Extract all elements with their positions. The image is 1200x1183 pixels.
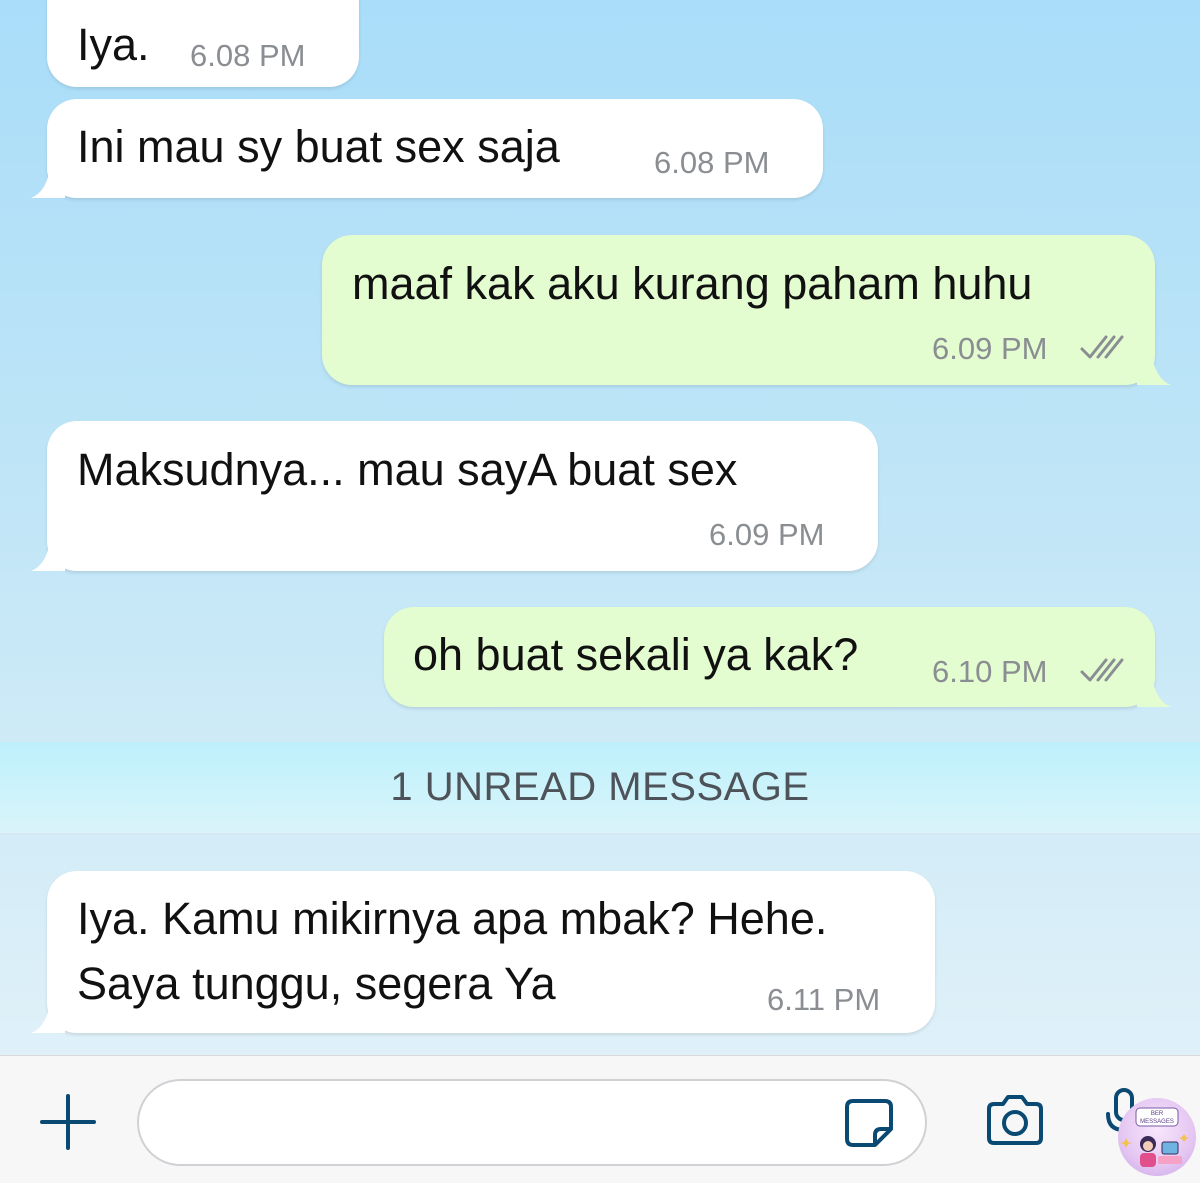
chat-area[interactable]: Iya. 6.08 PM Ini mau sy buat sex saja 6.… bbox=[0, 0, 1200, 1055]
watermark-illustration: BER MESSAGES bbox=[1120, 1107, 1189, 1167]
message-text: Ini mau sy buat sex saja bbox=[77, 121, 560, 172]
message-input[interactable] bbox=[137, 1079, 927, 1166]
message-text: Iya. bbox=[77, 19, 150, 70]
message-time: 6.09 PM bbox=[932, 331, 1048, 366]
watermark-logo: BER MESSAGES bbox=[1118, 1098, 1196, 1176]
read-ticks-icon bbox=[1080, 658, 1124, 682]
message-bubble-outgoing[interactable]: oh buat sekali ya kak? 6.10 PM bbox=[384, 607, 1171, 707]
camera-icon[interactable] bbox=[983, 1093, 1047, 1149]
message-text: Maksudnya... mau sayA buat sex bbox=[77, 444, 738, 495]
message-time: 6.09 PM bbox=[709, 517, 825, 552]
message-text: maaf kak aku kurang paham huhu bbox=[352, 258, 1033, 309]
message-bubble-incoming[interactable]: Iya. 6.08 PM bbox=[47, 0, 359, 87]
message-text-line: Iya. Kamu mikirnya apa mbak? Hehe. bbox=[77, 893, 828, 944]
bubble-tail bbox=[31, 164, 65, 198]
bubble-tail bbox=[31, 999, 65, 1033]
message-bubble-outgoing[interactable]: maaf kak aku kurang paham huhu 6.09 PM bbox=[322, 235, 1171, 385]
message-time: 6.08 PM bbox=[190, 38, 306, 73]
message-input-bar bbox=[0, 1055, 1200, 1183]
plus-icon[interactable] bbox=[38, 1092, 98, 1152]
bubble-tail bbox=[1137, 673, 1171, 707]
bubble-tail bbox=[31, 537, 65, 571]
message-bubble-incoming[interactable]: Ini mau sy buat sex saja 6.08 PM bbox=[31, 99, 823, 198]
watermark-line-2: MESSAGES bbox=[1140, 1119, 1174, 1125]
message-text-line: Saya tunggu, segera Ya bbox=[77, 958, 556, 1009]
bubble-tail bbox=[1137, 351, 1171, 385]
message-bubble-incoming[interactable]: Maksudnya... mau sayA buat sex 6.09 PM bbox=[31, 421, 878, 571]
message-time: 6.11 PM bbox=[767, 982, 881, 1017]
sticker-icon[interactable] bbox=[841, 1095, 897, 1151]
watermark-line-1: BER bbox=[1151, 1111, 1164, 1117]
message-text: oh buat sekali ya kak? bbox=[413, 629, 859, 680]
message-time: 6.08 PM bbox=[654, 145, 770, 180]
read-ticks-icon bbox=[1080, 335, 1124, 359]
message-time: 6.10 PM bbox=[932, 654, 1048, 689]
message-bubble-incoming[interactable]: Iya. Kamu mikirnya apa mbak? Hehe. Saya … bbox=[31, 871, 935, 1033]
unread-divider: 1 UNREAD MESSAGE bbox=[0, 742, 1200, 834]
unread-divider-label: 1 UNREAD MESSAGE bbox=[390, 765, 810, 809]
